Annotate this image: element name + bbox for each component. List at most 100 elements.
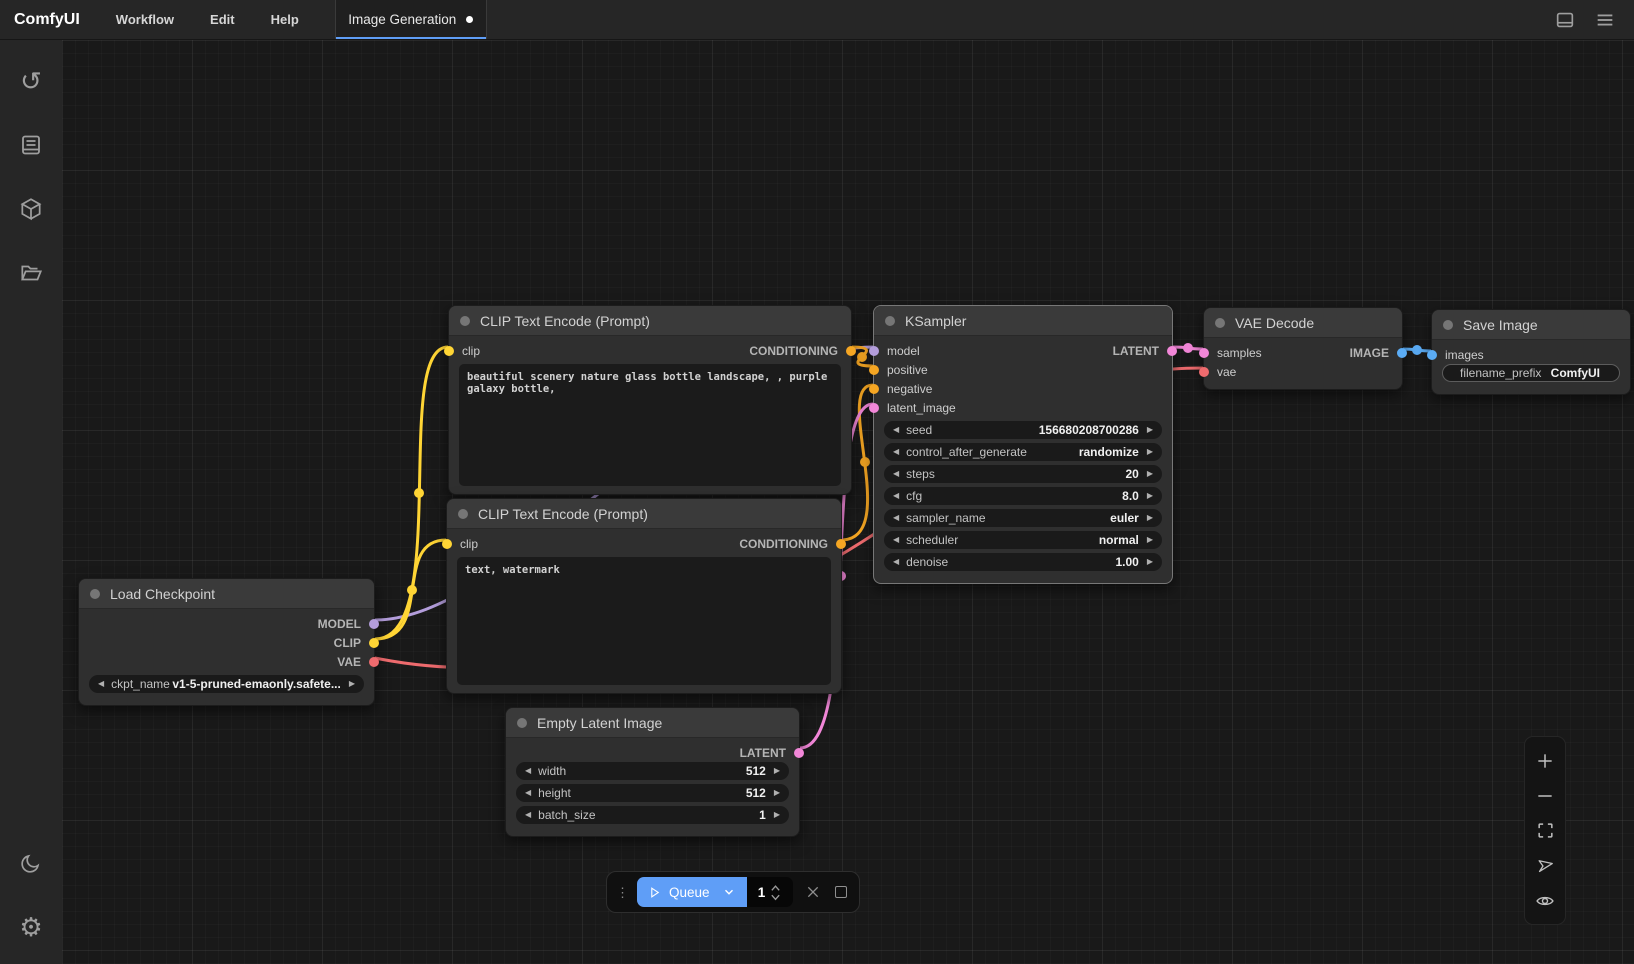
workflows-folder-icon[interactable] bbox=[8, 250, 54, 296]
widget-next-icon[interactable]: ▶ bbox=[1147, 470, 1153, 478]
menu-help[interactable]: Help bbox=[253, 0, 317, 39]
stop-icon[interactable] bbox=[835, 886, 847, 898]
widget-prev-icon[interactable]: ◀ bbox=[893, 492, 899, 500]
node-templates-icon[interactable] bbox=[8, 122, 54, 168]
stepper-down-icon[interactable] bbox=[770, 893, 781, 901]
negative-prompt-textarea[interactable]: text, watermark bbox=[457, 557, 831, 685]
widget-next-icon[interactable]: ▶ bbox=[774, 767, 780, 775]
widget-prev-icon[interactable]: ◀ bbox=[893, 514, 899, 522]
node-header[interactable]: Load Checkpoint bbox=[79, 579, 374, 609]
link-dot-clip2[interactable] bbox=[407, 585, 417, 595]
node-clip-text-encode-positive[interactable]: CLIP Text Encode (Prompt) clip CONDITION… bbox=[448, 305, 852, 495]
widget-denoise[interactable]: ◀ denoise 1.00 ▶ bbox=[884, 553, 1162, 571]
widget-next-icon[interactable]: ▶ bbox=[1147, 536, 1153, 544]
node-header[interactable]: KSampler bbox=[874, 306, 1172, 336]
port-clip-input[interactable] bbox=[442, 539, 452, 549]
node-header[interactable]: Save Image bbox=[1432, 310, 1630, 340]
port-conditioning-output[interactable] bbox=[836, 539, 846, 549]
port-images-input[interactable] bbox=[1427, 350, 1437, 360]
port-vae-input[interactable] bbox=[1199, 367, 1209, 377]
widget-batch-size[interactable]: ◀ batch_size 1 ▶ bbox=[516, 806, 789, 824]
widget-next-icon[interactable]: ▶ bbox=[1147, 514, 1153, 522]
queue-button[interactable]: Queue bbox=[637, 877, 747, 907]
widget-steps[interactable]: ◀ steps 20 ▶ bbox=[884, 465, 1162, 483]
positive-prompt-textarea[interactable]: beautiful scenery nature glass bottle la… bbox=[459, 364, 841, 486]
link-dot-clip1[interactable] bbox=[414, 488, 424, 498]
widget-prev-icon[interactable]: ◀ bbox=[525, 811, 531, 819]
widget-prev-icon[interactable]: ◀ bbox=[893, 448, 899, 456]
node-ksampler[interactable]: KSampler model LATENT positive negative … bbox=[873, 305, 1173, 584]
widget-prev-icon[interactable]: ◀ bbox=[893, 536, 899, 544]
port-conditioning-output[interactable] bbox=[846, 346, 856, 356]
node-graph-canvas[interactable]: Load Checkpoint MODEL CLIP VAE ◀ ckpt_na… bbox=[62, 40, 1634, 964]
node-vae-decode[interactable]: VAE Decode samples IMAGE vae bbox=[1203, 307, 1403, 390]
widget-scheduler[interactable]: ◀ scheduler normal ▶ bbox=[884, 531, 1162, 549]
settings-gear-icon[interactable]: ⚙ bbox=[8, 904, 54, 950]
widget-filename-prefix[interactable]: filename_prefix ComfyUI bbox=[1442, 364, 1620, 382]
node-load-checkpoint[interactable]: Load Checkpoint MODEL CLIP VAE ◀ ckpt_na… bbox=[78, 578, 375, 706]
select-mode-icon[interactable] bbox=[1527, 848, 1563, 883]
bottom-panel-toggle-icon[interactable] bbox=[1550, 5, 1580, 35]
widget-next-icon[interactable]: ▶ bbox=[774, 811, 780, 819]
link-dot-cond-neg[interactable] bbox=[860, 457, 870, 467]
port-image-output[interactable] bbox=[1397, 348, 1407, 358]
widget-next-icon[interactable]: ▶ bbox=[1147, 492, 1153, 500]
hamburger-menu-icon[interactable] bbox=[1590, 5, 1620, 35]
toggle-link-visibility-icon[interactable] bbox=[1527, 883, 1563, 918]
port-model-input[interactable] bbox=[869, 346, 879, 356]
port-negative-input[interactable] bbox=[869, 384, 879, 394]
widget-next-icon[interactable]: ▶ bbox=[774, 789, 780, 797]
link-dot-samples[interactable] bbox=[1183, 343, 1193, 353]
widget-height[interactable]: ◀ height 512 ▶ bbox=[516, 784, 789, 802]
widget-prev-icon[interactable]: ◀ bbox=[893, 558, 899, 566]
widget-ckpt-name[interactable]: ◀ ckpt_name v1-5-pruned-emaonly.safete..… bbox=[89, 675, 364, 693]
port-latent-output[interactable] bbox=[794, 748, 804, 758]
widget-prev-icon[interactable]: ◀ bbox=[525, 789, 531, 797]
port-clip-input[interactable] bbox=[444, 346, 454, 356]
link-dot-image[interactable] bbox=[1412, 345, 1422, 355]
node-header[interactable]: CLIP Text Encode (Prompt) bbox=[447, 499, 841, 529]
node-header[interactable]: VAE Decode bbox=[1204, 308, 1402, 338]
chevron-down-icon[interactable] bbox=[722, 885, 736, 899]
widget-sampler-name[interactable]: ◀ sampler_name euler ▶ bbox=[884, 509, 1162, 527]
node-clip-text-encode-negative[interactable]: CLIP Text Encode (Prompt) clip CONDITION… bbox=[446, 498, 842, 694]
clear-queue-icon[interactable] bbox=[805, 884, 821, 900]
node-header[interactable]: Empty Latent Image bbox=[506, 708, 799, 738]
widget-prev-icon[interactable]: ◀ bbox=[893, 426, 899, 434]
batch-count-input[interactable]: 1 bbox=[747, 877, 793, 907]
port-positive-input[interactable] bbox=[869, 365, 879, 375]
node-empty-latent-image[interactable]: Empty Latent Image LATENT ◀ width 512 ▶ … bbox=[505, 707, 800, 837]
port-clip-output[interactable] bbox=[369, 638, 379, 648]
fit-view-icon[interactable] bbox=[1527, 813, 1563, 848]
node-header[interactable]: CLIP Text Encode (Prompt) bbox=[449, 306, 851, 336]
widget-seed[interactable]: ◀ seed 156680208700286 ▶ bbox=[884, 421, 1162, 439]
port-model-output[interactable] bbox=[369, 619, 379, 629]
link-dot-cond-pos[interactable] bbox=[857, 352, 867, 362]
widget-cfg[interactable]: ◀ cfg 8.0 ▶ bbox=[884, 487, 1162, 505]
widget-prev-icon[interactable]: ◀ bbox=[98, 680, 104, 688]
widget-next-icon[interactable]: ▶ bbox=[349, 680, 355, 688]
drag-handle[interactable]: ⋮ bbox=[616, 886, 629, 899]
port-latent-output[interactable] bbox=[1167, 346, 1177, 356]
stepper-up-icon[interactable] bbox=[770, 884, 781, 892]
widget-next-icon[interactable]: ▶ bbox=[1147, 448, 1153, 456]
port-latent-image-input[interactable] bbox=[869, 403, 879, 413]
zoom-in-icon[interactable] bbox=[1527, 743, 1563, 778]
widget-prev-icon[interactable]: ◀ bbox=[893, 470, 899, 478]
widget-width[interactable]: ◀ width 512 ▶ bbox=[516, 762, 789, 780]
port-vae-output[interactable] bbox=[369, 657, 379, 667]
menu-edit[interactable]: Edit bbox=[192, 0, 253, 39]
widget-control-after-generate[interactable]: ◀ control_after_generate randomize ▶ bbox=[884, 443, 1162, 461]
menu-workflow[interactable]: Workflow bbox=[98, 0, 192, 39]
theme-moon-icon[interactable] bbox=[8, 840, 54, 886]
widget-prev-icon[interactable]: ◀ bbox=[525, 767, 531, 775]
history-icon[interactable]: ↺ bbox=[8, 58, 54, 104]
widget-next-icon[interactable]: ▶ bbox=[1147, 426, 1153, 434]
slot-label-positive: positive bbox=[887, 363, 928, 377]
zoom-out-icon[interactable] bbox=[1527, 778, 1563, 813]
node-save-image[interactable]: Save Image images filename_prefix ComfyU… bbox=[1431, 309, 1631, 395]
tab-image-generation[interactable]: Image Generation bbox=[335, 0, 487, 39]
node-library-icon[interactable] bbox=[8, 186, 54, 232]
widget-next-icon[interactable]: ▶ bbox=[1147, 558, 1153, 566]
port-samples-input[interactable] bbox=[1199, 348, 1209, 358]
